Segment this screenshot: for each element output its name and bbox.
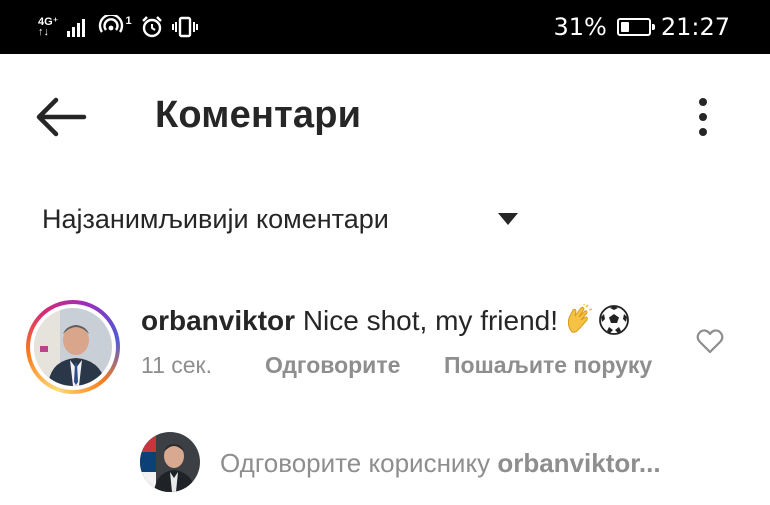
network-activity-label: ↑↓ <box>38 26 49 38</box>
like-comment-button[interactable] <box>696 328 724 354</box>
send-message-button[interactable]: Пошаљите поруку <box>444 352 652 379</box>
reply-input[interactable]: Одговорите кориснику orbanviktor... <box>220 448 740 479</box>
profile-photo-image <box>34 308 112 386</box>
current-user-avatar <box>140 432 200 492</box>
reply-placeholder-username: orbanviktor... <box>497 448 661 478</box>
status-icons-right: 31% 21:27 <box>553 12 730 42</box>
caret-down-icon <box>498 213 518 225</box>
signal-strength-icon <box>67 19 86 37</box>
commenter-avatar[interactable] <box>26 300 120 394</box>
comment-emojis <box>564 304 630 336</box>
status-icons-left: 4G⁺ ↑↓ 1 <box>38 12 198 42</box>
vibrate-icon <box>171 16 198 38</box>
commenter-username[interactable]: orbanviktor <box>141 305 295 336</box>
clapping-hands-icon <box>567 304 593 333</box>
wifi-badge: 1 <box>125 15 132 27</box>
comment-body: orbanviktor Nice shot, my friend! <box>141 304 630 337</box>
battery-percent: 31% <box>553 13 607 41</box>
network-type-indicator: 4G⁺ ↑↓ <box>38 17 58 38</box>
reply-composer: Одговорите кориснику orbanviktor... <box>0 430 770 496</box>
comment-text: Nice shot, my friend! <box>302 305 559 336</box>
profile-photo <box>34 308 112 386</box>
alarm-clock-icon <box>141 16 162 38</box>
wifi-hotspot-icon <box>99 15 124 33</box>
sort-label: Најзанимљивији коментари <box>42 204 389 234</box>
comment-sort-dropdown[interactable]: Најзанимљивији коментари <box>42 200 522 242</box>
battery-level-fill <box>620 22 629 32</box>
reply-placeholder-prefix: Одговорите кориснику <box>220 448 498 478</box>
more-vertical-icon <box>699 98 707 136</box>
page-title: Коментари <box>155 94 362 136</box>
battery-icon <box>616 18 655 36</box>
soccer-ball-icon <box>599 305 629 335</box>
comment-item: orbanviktor Nice shot, my friend! 11 сек… <box>0 290 770 400</box>
heart-outline-icon <box>696 329 724 354</box>
more-options-button[interactable] <box>688 94 718 142</box>
status-bar: 4G⁺ ↑↓ 1 31% 21:27 <box>0 0 770 54</box>
back-button[interactable] <box>30 92 88 142</box>
current-user-photo <box>140 432 200 492</box>
arrow-left-icon <box>36 97 87 137</box>
clock-time: 21:27 <box>660 13 730 41</box>
reply-button[interactable]: Одговорите <box>265 352 400 379</box>
comments-header: Коментари <box>0 54 770 174</box>
comment-timestamp: 11 сек. <box>141 352 213 378</box>
